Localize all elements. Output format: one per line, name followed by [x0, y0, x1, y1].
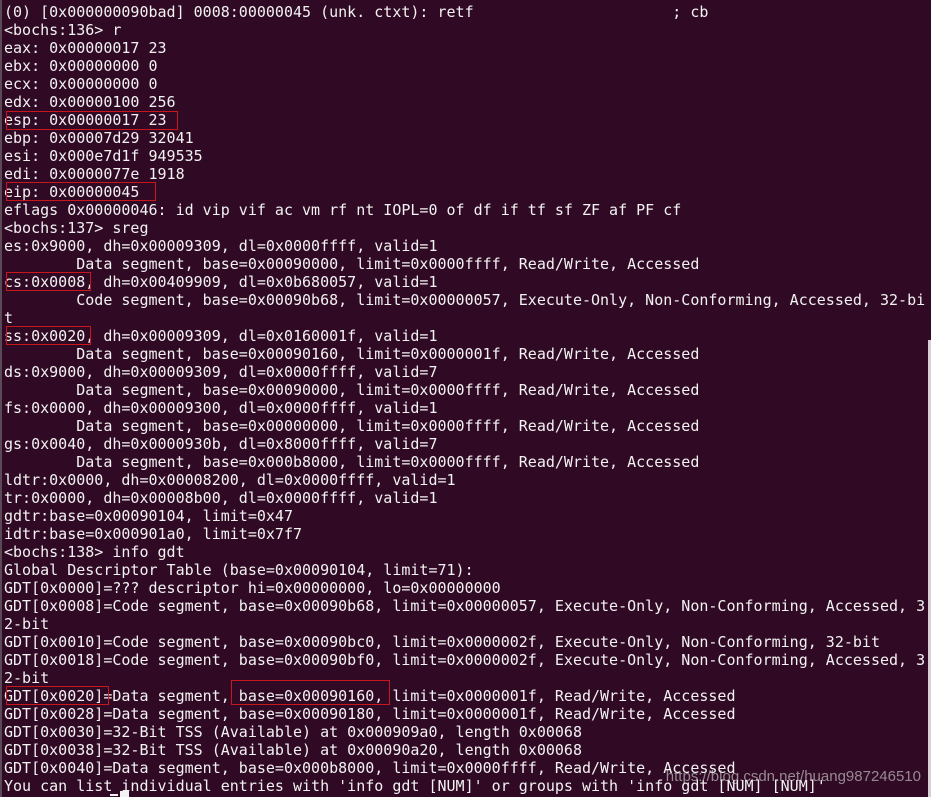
highlight-esp [6, 111, 178, 130]
terminal-line: 2-bit [4, 669, 50, 687]
terminal-line: t [4, 309, 14, 327]
terminal-line: eflags 0x00000046: id vip vif ac vm rf n… [4, 201, 682, 219]
terminal-underline [110, 794, 118, 796]
terminal-line: edx: 0x00000100 256 [4, 93, 176, 111]
terminal-line: <bochs:137> sreg [4, 219, 149, 237]
terminal-line: gdtr:base=0x00090104, limit=0x47 [4, 507, 293, 525]
highlight-cs [6, 272, 91, 291]
terminal-line: Data segment, base=0x00090000, limit=0x0… [4, 381, 700, 399]
terminal-line: <bochs:138> info gdt [4, 543, 185, 561]
terminal-line: Data segment, base=0x000b8000, limit=0x0… [4, 453, 700, 471]
terminal-line: ebp: 0x00007d29 32041 [4, 129, 194, 147]
terminal-line: Global Descriptor Table (base=0x00090104… [4, 561, 474, 579]
terminal-line: eax: 0x00000017 23 [4, 39, 167, 57]
terminal-line: ds:0x9000, dh=0x00009309, dl=0x0000ffff,… [4, 363, 438, 381]
terminal-line: GDT[0x0018]=Code segment, base=0x00090bf… [4, 651, 926, 669]
terminal-line: es:0x9000, dh=0x00009309, dl=0x0000ffff,… [4, 237, 438, 255]
terminal-line: GDT[0x0038]=32-Bit TSS (Available) at 0x… [4, 741, 582, 759]
terminal-line: <bochs:136> r [4, 21, 122, 39]
terminal-line: Data segment, base=0x00090000, limit=0x0… [4, 255, 700, 273]
terminal-line: Data segment, base=0x00000000, limit=0x0… [4, 417, 700, 435]
terminal-line: GDT[0x0010]=Code segment, base=0x00090bc… [4, 633, 880, 651]
terminal-line: GDT[0x0030]=32-Bit TSS (Available) at 0x… [4, 723, 582, 741]
terminal-line: Code segment, base=0x00090b68, limit=0x0… [4, 291, 926, 309]
terminal-line: cs:0x0008, dh=0x00409909, dl=0x0b680057,… [4, 273, 438, 291]
terminal-line: gs:0x0040, dh=0x0000930b, dl=0x8000ffff,… [4, 435, 438, 453]
terminal-line: fs:0x0000, dh=0x00009300, dl=0x0000ffff,… [4, 399, 438, 417]
terminal-line: ldtr:0x0000, dh=0x00008200, dl=0x0000fff… [4, 471, 456, 489]
terminal-line: edi: 0x0000077e 1918 [4, 165, 185, 183]
watermark: https://blog.csdn.net/huang987246510 [665, 768, 921, 785]
terminal-line: (0) [0x000000090bad] 0008:00000045 (unk.… [4, 3, 709, 21]
terminal-line: GDT[0x0000]=??? descriptor hi=0x00000000… [4, 579, 501, 597]
terminal-line: tr:0x0000, dh=0x00008b00, dl=0x0000ffff,… [4, 489, 438, 507]
terminal-window[interactable]: (0) [0x000000090bad] 0008:00000045 (unk.… [0, 0, 931, 797]
terminal-line: GDT[0x0028]=Data segment, base=0x0009018… [4, 705, 736, 723]
highlight-ss [6, 326, 91, 345]
terminal-line: esi: 0x000e7d1f 949535 [4, 147, 203, 165]
terminal-line: Data segment, base=0x00090160, limit=0x0… [4, 345, 700, 363]
highlight-gdt-base [231, 680, 390, 705]
highlight-gdt-0x0020 [6, 686, 109, 705]
terminal-line: GDT[0x0008]=Code segment, base=0x00090b6… [4, 597, 926, 615]
terminal-line: 2-bit [4, 615, 50, 633]
terminal-line: ebx: 0x00000000 0 [4, 57, 158, 75]
terminal-cursor [120, 791, 129, 797]
terminal-line: ss:0x0020, dh=0x00009309, dl=0x0160001f,… [4, 327, 438, 345]
terminal-line: ecx: 0x00000000 0 [4, 75, 158, 93]
terminal-line: idtr:base=0x000901a0, limit=0x7f7 [4, 525, 303, 543]
highlight-eip [6, 182, 156, 201]
terminal-line: GDT[0x0020]=Data segment, base=0x0009016… [4, 687, 736, 705]
